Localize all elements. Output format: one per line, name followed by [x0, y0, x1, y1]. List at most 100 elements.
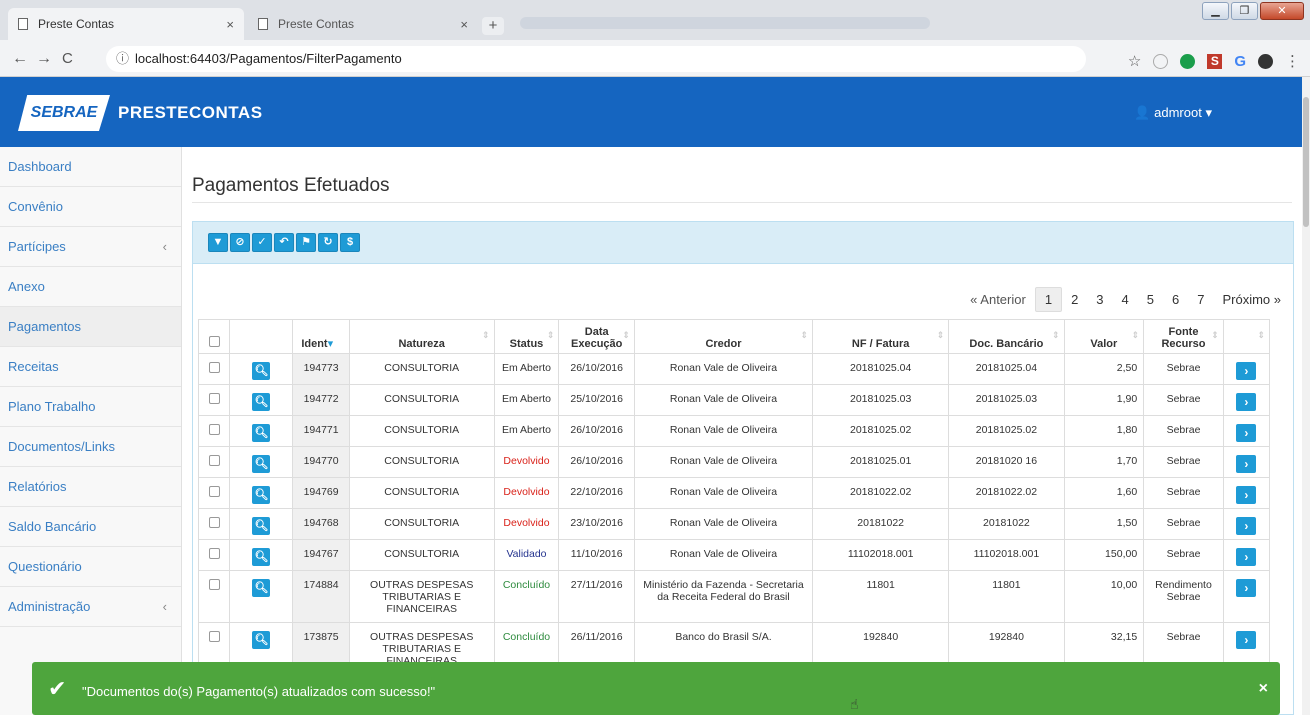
back-icon[interactable]: ← [12, 50, 28, 68]
filter-icon[interactable]: ▼ [208, 233, 228, 252]
forward-icon[interactable]: → [36, 50, 52, 68]
sidebar-item-anexo[interactable]: Anexo [0, 267, 181, 307]
pager-previous[interactable]: « Anterior [961, 288, 1035, 311]
cell-data: 23/10/2016 [558, 508, 635, 540]
table-row: 🔍︎ 194767 CONSULTORIA Validado 11/10/2016 Ron… [197, 539, 1271, 571]
column-header-doc[interactable]: Doc. Bancário ⇕ [948, 319, 1065, 354]
app-header: SEBRAE PRESTECONTAS 👤 admroot ▾ [0, 77, 1302, 147]
column-header-data[interactable]: Data Execução ⇕ [558, 319, 635, 354]
close-window-button[interactable]: ✕ [1260, 2, 1304, 20]
maximize-button[interactable]: ❐ [1231, 2, 1258, 20]
view-details-icon[interactable]: 🔍︎ [252, 548, 271, 566]
column-header-valor[interactable]: Valor ⇕ [1063, 319, 1145, 354]
extension-s-icon[interactable]: S [1207, 53, 1223, 69]
chevron-right-icon[interactable]: › [1236, 486, 1257, 504]
page-scrollbar[interactable] [1302, 77, 1310, 715]
browser-tab-inactive[interactable]: Preste Contas × [248, 8, 478, 40]
sidebar-item-receitas[interactable]: Receitas [0, 347, 181, 387]
row-checkbox[interactable] [208, 424, 220, 435]
pager-page[interactable]: 2 [1062, 288, 1087, 311]
check-icon[interactable]: ✓ [252, 233, 272, 252]
sidebar-item-conv-nio[interactable]: Convênio [0, 187, 181, 227]
pager-page[interactable]: 1 [1034, 287, 1063, 312]
user-menu[interactable]: 👤 admroot ▾ [1134, 105, 1212, 121]
new-tab-button[interactable]: + [482, 17, 504, 35]
chevron-right-icon[interactable]: › [1236, 455, 1257, 473]
sebrae-logo[interactable]: SEBRAE [18, 95, 110, 131]
pager-next[interactable]: Próximo » [1213, 288, 1290, 311]
browser-tab-active[interactable]: Preste Contas × [8, 8, 244, 40]
row-checkbox[interactable] [208, 393, 220, 404]
chevron-right-icon[interactable]: › [1236, 424, 1257, 442]
column-header-natureza[interactable]: Natureza ⇕ [348, 319, 495, 354]
row-checkbox[interactable] [208, 517, 220, 528]
close-icon[interactable]: × [1259, 680, 1268, 698]
scrollbar-thumb[interactable] [1303, 97, 1309, 227]
row-checkbox[interactable] [208, 579, 220, 590]
column-header-ident[interactable]: Ident▾ [292, 319, 350, 354]
cell-doc: 11102018.001 [948, 539, 1065, 571]
column-header-status[interactable]: Status ⇕ [493, 319, 560, 354]
row-checkbox[interactable] [208, 548, 220, 559]
google-icon[interactable]: G [1234, 53, 1246, 70]
view-details-icon[interactable]: 🔍︎ [252, 579, 271, 597]
chevron-right-icon[interactable]: › [1236, 362, 1257, 380]
column-header-credor[interactable]: Credor ⇕ [633, 319, 814, 354]
pager-page[interactable]: 4 [1113, 288, 1138, 311]
chevron-right-icon[interactable]: › [1236, 631, 1257, 649]
undo-icon[interactable]: ↶ [274, 233, 294, 252]
check-icon: ✔ [48, 676, 67, 701]
menu-kebab-icon[interactable]: ⋮ [1285, 52, 1300, 70]
reload-icon[interactable]: C [62, 50, 73, 67]
chevron-right-icon[interactable]: › [1236, 517, 1257, 535]
pager-page[interactable]: 6 [1163, 288, 1188, 311]
row-checkbox[interactable] [208, 486, 220, 497]
clear-filter-icon[interactable]: ⊘ [230, 233, 250, 252]
close-tab-icon[interactable]: × [460, 17, 468, 32]
chevron-right-icon[interactable]: › [1236, 548, 1257, 566]
view-details-icon[interactable]: 🔍︎ [252, 455, 271, 473]
chevron-right-icon[interactable]: › [1236, 393, 1257, 411]
sidebar-item-pagamentos[interactable]: Pagamentos [0, 307, 181, 347]
sidebar-item-question-rio[interactable]: Questionário [0, 547, 181, 587]
sidebar-item-plano-trabalho[interactable]: Plano Trabalho [0, 387, 181, 427]
pager-page[interactable]: 3 [1087, 288, 1112, 311]
dollar-icon[interactable]: $ [340, 233, 360, 252]
row-checkbox[interactable] [208, 455, 220, 466]
view-details-icon[interactable]: 🔍︎ [252, 486, 271, 504]
view-details-icon[interactable]: 🔍︎ [252, 631, 271, 649]
info-icon[interactable]: ⓘ [116, 51, 129, 66]
profile-avatar-icon[interactable] [1258, 53, 1273, 69]
minimize-button[interactable]: ▁ [1202, 2, 1229, 20]
bookmark-star-icon[interactable]: ☆ [1128, 52, 1141, 70]
chevron-right-icon[interactable]: › [1236, 579, 1257, 597]
panel-toolbar: ▼ ⊘ ✓ ↶ ⚑ ↻ $ [193, 222, 1293, 264]
sidebar-item-saldo-banc-rio[interactable]: Saldo Bancário [0, 507, 181, 547]
view-details-icon[interactable]: 🔍︎ [252, 362, 271, 380]
extension-icon[interactable] [1180, 53, 1196, 69]
row-checkbox[interactable] [208, 362, 220, 373]
select-all-checkbox[interactable] [208, 336, 220, 347]
column-header-fonte[interactable]: Fonte Recurso ⇕ [1143, 319, 1224, 354]
flag-icon[interactable]: ⚑ [296, 233, 316, 252]
sidebar-item-documentos-links[interactable]: Documentos/Links [0, 427, 181, 467]
column-header-nf[interactable]: NF / Fatura ⇕ [812, 319, 950, 354]
cell-credor: Ronan Vale de Oliveira [633, 477, 814, 509]
extension-icon[interactable] [1153, 53, 1169, 69]
view-details-icon[interactable]: 🔍︎ [252, 424, 271, 442]
sidebar-item-relat-rios[interactable]: Relatórios [0, 467, 181, 507]
view-details-icon[interactable]: 🔍︎ [252, 517, 271, 535]
close-tab-icon[interactable]: × [226, 17, 234, 32]
row-checkbox[interactable] [208, 631, 220, 642]
url-field[interactable]: ⓘ localhost:64403/Pagamentos/FilterPagame… [106, 46, 1086, 72]
sidebar-item-part-cipes[interactable]: Partícipes ‹ [0, 227, 181, 267]
cell-nf: 20181025.02 [812, 415, 950, 447]
pager-page[interactable]: 7 [1188, 288, 1213, 311]
action-cell: › [1222, 353, 1271, 385]
pager-page[interactable]: 5 [1138, 288, 1163, 311]
checkbox-cell [197, 539, 231, 571]
refresh-icon[interactable]: ↻ [318, 233, 338, 252]
sidebar-item-dashboard[interactable]: Dashboard [0, 147, 181, 187]
sidebar-item-administra-o[interactable]: Administração ‹ [0, 587, 181, 627]
view-details-icon[interactable]: 🔍︎ [252, 393, 271, 411]
